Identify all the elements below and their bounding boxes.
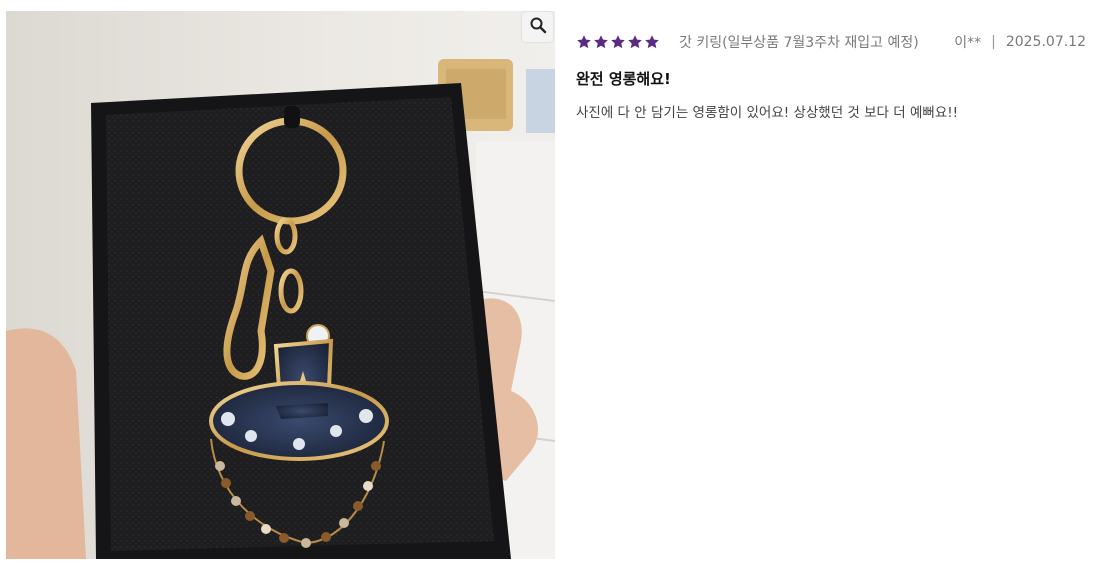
review-body: 사진에 다 안 담기는 영롱함이 있어요! 상상했던 것 보다 더 예뻐요!!	[576, 105, 959, 121]
review-title: 완전 영롱해요!	[576, 70, 671, 88]
star-icon	[645, 35, 659, 49]
magnifier-icon	[529, 16, 547, 38]
star-icon	[577, 35, 591, 49]
star-icon	[594, 35, 608, 49]
star-icon	[611, 35, 625, 49]
star-rating	[576, 34, 660, 50]
author-name: 이**	[954, 35, 982, 51]
review-photo[interactable]	[6, 11, 555, 559]
zoom-button[interactable]	[522, 12, 553, 42]
meta-separator: |	[991, 34, 996, 50]
review-date: 2025.07.12	[1005, 34, 1086, 50]
star-icon	[628, 35, 642, 49]
product-option: 갓 키링(일부상품 7월3주차 재입고 예정)	[679, 35, 919, 51]
keyring-photo-illustration	[6, 11, 555, 559]
review-meta: 갓 키링(일부상품 7월3주차 재입고 예정) 이** | 2025.07.12	[576, 31, 1086, 53]
